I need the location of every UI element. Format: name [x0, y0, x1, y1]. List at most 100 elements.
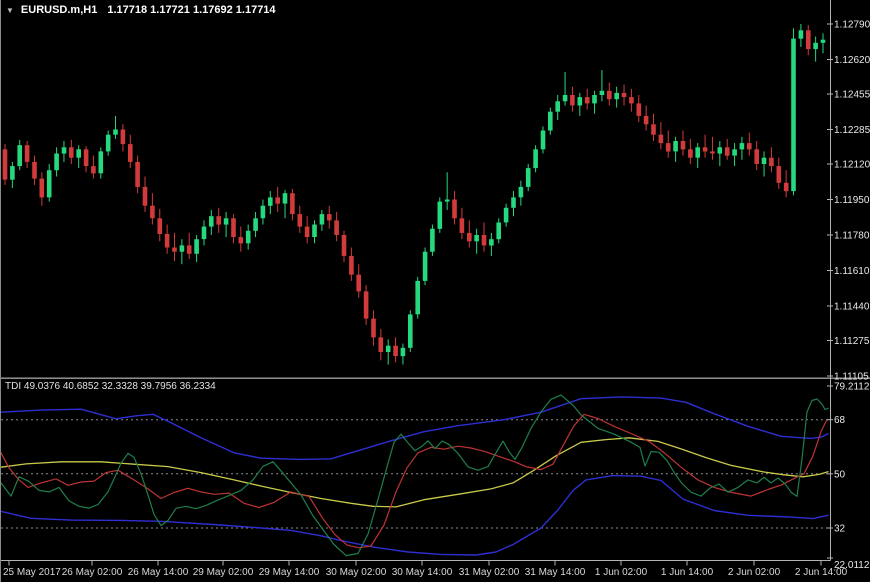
market-base-line-line — [1, 438, 828, 507]
time-axis-label: 2 Jun 02:00 — [728, 567, 781, 578]
candle-body — [305, 227, 310, 237]
candle-body — [47, 170, 52, 197]
candle-body — [526, 168, 531, 187]
symbol-dropdown-icon[interactable]: ▼ — [6, 6, 14, 15]
candle-body — [629, 97, 634, 103]
candle-body — [725, 147, 730, 155]
candle-body — [121, 130, 126, 145]
candle-body — [666, 143, 671, 151]
time-axis-label: 29 May 02:00 — [193, 567, 254, 578]
candle-body — [106, 135, 111, 152]
candle-body — [710, 151, 715, 153]
candle-body — [261, 206, 266, 219]
candle-body — [25, 145, 30, 162]
candle-body — [298, 214, 303, 227]
price-axis-label: 1.12620 — [834, 55, 870, 66]
candle-body — [637, 103, 642, 116]
candle-body — [482, 235, 487, 245]
tdi-axis-label: 50 — [834, 469, 846, 480]
candle-body — [747, 143, 752, 149]
candle-body — [423, 252, 428, 281]
price-axis-label: 1.12790 — [834, 20, 870, 31]
candle-body — [312, 225, 317, 238]
candle-body — [320, 214, 325, 224]
candle-body — [386, 346, 391, 352]
tdi-axis-label: 79.2112 — [834, 382, 870, 393]
candle-body — [32, 162, 37, 179]
candle-body — [290, 193, 295, 214]
candle-body — [695, 147, 700, 157]
price-axis: 1.127901.126201.124551.122851.121201.119… — [827, 0, 870, 571]
candle-body — [718, 147, 723, 153]
candle-body — [600, 91, 605, 95]
mt4-chart-window: 1.127901.126201.124551.122851.121201.119… — [0, 0, 870, 582]
candle-body — [777, 166, 782, 183]
candle-body — [379, 337, 384, 352]
time-axis: 25 May 201726 May 02:0026 May 14:0029 Ma… — [1, 561, 848, 579]
candle-body — [651, 124, 656, 134]
candle-body — [504, 208, 509, 223]
candle-body — [438, 202, 443, 229]
candle-body — [143, 187, 148, 206]
candle-body — [541, 131, 546, 150]
candle-body — [791, 39, 796, 192]
candle-body — [813, 43, 818, 49]
candle-body — [614, 93, 619, 99]
candle-body — [474, 235, 479, 241]
candle-body — [62, 147, 67, 153]
candle-body — [17, 145, 22, 166]
candle-body — [10, 166, 15, 180]
time-axis-label: 1 Jun 14:00 — [661, 567, 714, 578]
panel-separator — [1, 378, 870, 379]
candle-body — [806, 30, 811, 49]
candle-body — [172, 248, 177, 252]
price-axis-label: 1.12120 — [834, 160, 870, 171]
candle-body — [769, 158, 774, 166]
candle-body — [644, 116, 649, 124]
time-axis-label: 30 May 02:00 — [326, 567, 387, 578]
time-axis-label: 25 May 2017 — [3, 567, 61, 578]
candle-body — [555, 101, 560, 111]
candle-body — [570, 95, 575, 105]
candle-body — [239, 237, 244, 243]
candle-body — [563, 95, 568, 101]
price-axis-label: 1.11950 — [834, 195, 870, 206]
candle-body — [622, 93, 627, 97]
candle-body — [187, 245, 192, 253]
candle-body — [585, 97, 590, 103]
candle-body — [54, 154, 59, 171]
candle-body — [578, 97, 583, 105]
candle-body — [327, 214, 332, 220]
chart-canvas[interactable]: 1.127901.126201.124551.122851.121201.119… — [1, 0, 870, 582]
ohlc-values: 1.17718 1.17721 1.17692 1.17714 — [107, 4, 275, 16]
candle-body — [489, 239, 494, 245]
candlestick-layer — [3, 24, 826, 365]
candle-body — [3, 149, 8, 179]
candle-body — [135, 162, 140, 187]
candle-body — [209, 216, 214, 226]
candle-body — [283, 193, 288, 203]
tdi-axis-label: 32 — [834, 524, 846, 535]
price-axis-label: 1.11275 — [834, 336, 870, 347]
candle-body — [762, 158, 767, 164]
candle-body — [519, 187, 524, 197]
candle-body — [76, 149, 81, 157]
candle-body — [659, 135, 664, 143]
tdi-panel — [1, 395, 828, 555]
candle-body — [445, 200, 450, 202]
candle-body — [799, 30, 804, 38]
candle-body — [688, 149, 693, 157]
candle-body — [216, 216, 221, 224]
price-axis-label: 1.12455 — [834, 90, 870, 101]
time-axis-label: 26 May 02:00 — [62, 567, 123, 578]
candle-body — [732, 149, 737, 155]
candle-body — [224, 218, 229, 224]
candle-body — [40, 179, 45, 198]
lower-volatility-band-line — [1, 476, 828, 555]
candle-body — [150, 206, 155, 219]
candle-body — [607, 91, 612, 99]
candle-body — [408, 314, 413, 347]
time-axis-label: 2 Jun 14:00 — [795, 567, 848, 578]
candle-body — [334, 220, 339, 235]
time-axis-label: 31 May 14:00 — [525, 567, 586, 578]
